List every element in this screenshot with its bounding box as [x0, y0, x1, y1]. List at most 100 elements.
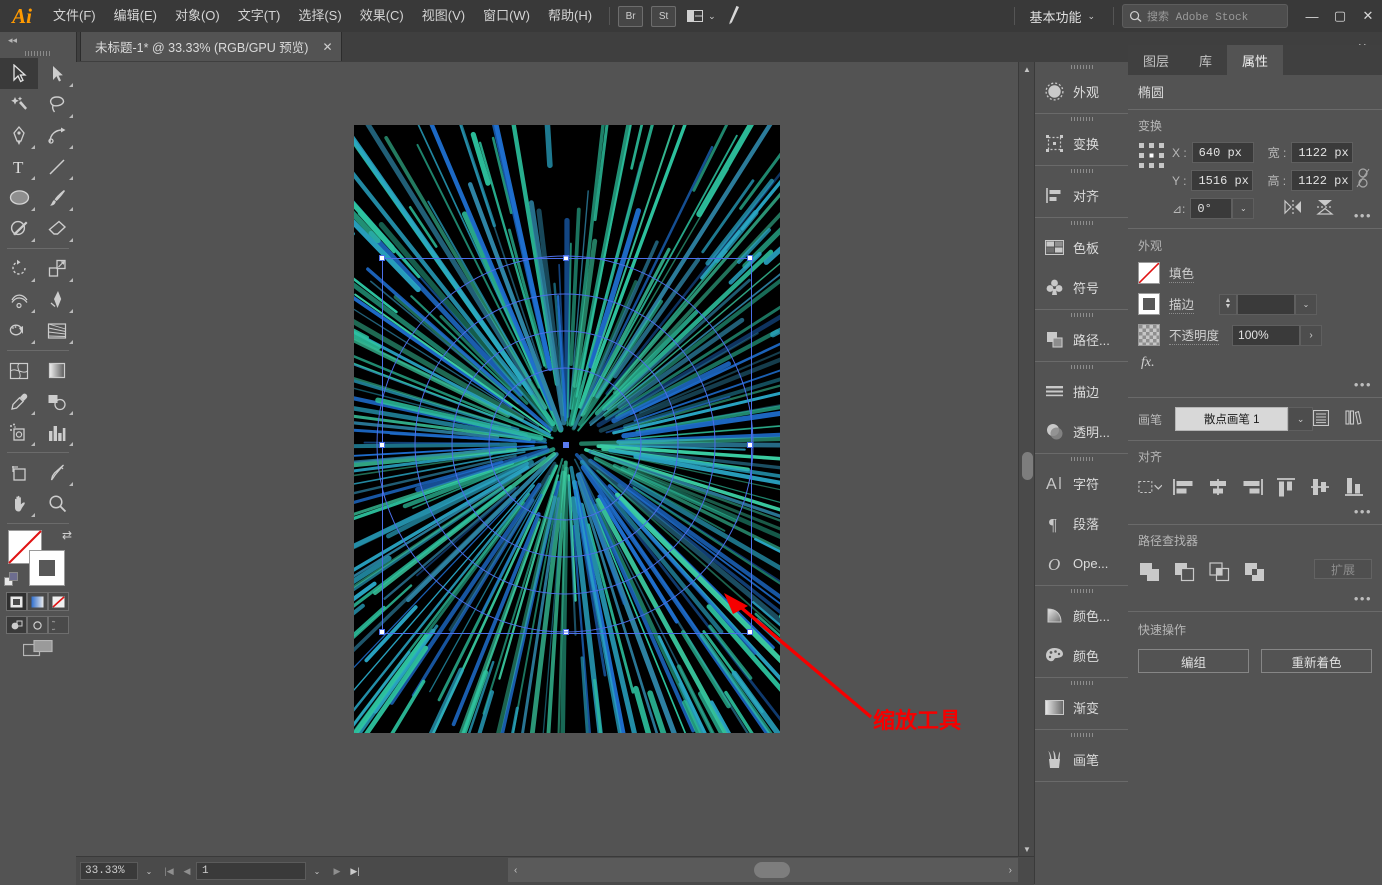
align-left-icon[interactable]	[1172, 476, 1196, 498]
menu-window[interactable]: 窗口(W)	[474, 0, 539, 32]
brush-selected-name[interactable]: 散点画笔 1	[1175, 407, 1288, 431]
flip-horizontal-icon[interactable]	[1284, 199, 1302, 218]
selection-handle-mr[interactable]	[747, 442, 753, 448]
color-mode-gradient[interactable]	[27, 592, 48, 611]
align-to-selection-icon[interactable]	[1138, 476, 1162, 498]
width-tool[interactable]	[0, 284, 38, 315]
tab-layers[interactable]: 图层	[1128, 45, 1184, 75]
brush-chevron-down-icon[interactable]: ⌄	[1288, 407, 1313, 431]
hand-tool[interactable]	[0, 488, 38, 519]
gradient-tool[interactable]	[38, 355, 76, 386]
horizontal-scroll-thumb[interactable]	[754, 862, 790, 878]
lasso-tool[interactable]	[38, 89, 76, 120]
dock-item-color-guide[interactable]: 颜色...	[1035, 595, 1129, 635]
selection-tool[interactable]	[0, 58, 38, 89]
align-top-icon[interactable]	[1274, 476, 1298, 498]
fx-button[interactable]: fx.	[1138, 355, 1372, 371]
ellipse-tool[interactable]	[0, 182, 38, 213]
brush-library-icon[interactable]	[1345, 410, 1362, 429]
window-close-button[interactable]: ✕	[1354, 0, 1382, 32]
dock-grip[interactable]	[1035, 454, 1129, 463]
canvas-area[interactable]: 缩放工具	[76, 62, 1034, 856]
selection-handle-tl[interactable]	[379, 255, 385, 261]
stroke-label[interactable]: 描边	[1169, 294, 1194, 314]
dock-item-swatches[interactable]: 色板	[1035, 227, 1129, 267]
dock-item-gradient[interactable]: 渐变	[1035, 687, 1129, 727]
dock-item-transform[interactable]: 变换	[1035, 123, 1129, 163]
last-artboard-icon[interactable]: ▶|	[346, 861, 364, 881]
next-artboard-icon[interactable]: ▶	[328, 861, 346, 881]
dock-grip[interactable]	[1035, 218, 1129, 227]
default-fill-stroke-icon[interactable]	[4, 572, 19, 590]
canvas-vertical-scrollbar[interactable]: ▲ ▼	[1018, 62, 1035, 856]
type-tool[interactable]: T	[0, 151, 38, 182]
workspace-chevron-down-icon[interactable]: ⌄	[1087, 11, 1095, 22]
menu-type[interactable]: 文字(T)	[229, 0, 290, 32]
artboard-chevron-down-icon[interactable]: ⌄	[306, 862, 328, 880]
rotate-tool[interactable]	[0, 253, 38, 284]
first-artboard-icon[interactable]: |◀	[160, 861, 178, 881]
window-minimize-button[interactable]: —	[1298, 0, 1326, 32]
angle-field[interactable]: 0°	[1190, 198, 1232, 219]
x-field[interactable]: 640 px	[1192, 142, 1254, 163]
selection-handle-tc[interactable]	[563, 255, 569, 261]
draw-normal-icon[interactable]	[6, 616, 27, 634]
dock-item-character[interactable]: A 字符	[1035, 463, 1129, 503]
eyedropper-tool[interactable]	[0, 386, 38, 417]
dock-grip[interactable]	[1035, 114, 1129, 123]
dock-grip[interactable]	[1035, 586, 1129, 595]
fill-color-swatch[interactable]	[1138, 262, 1160, 284]
document-tab[interactable]: 未标题-1* @ 33.33% (RGB/GPU 预览) ✕	[80, 32, 342, 61]
dock-grip[interactable]	[1035, 678, 1129, 687]
align-right-icon[interactable]	[1240, 476, 1264, 498]
eraser-tool[interactable]	[38, 213, 76, 244]
column-graph-tool[interactable]	[38, 417, 76, 448]
prev-artboard-icon[interactable]: ◀	[178, 861, 196, 881]
scroll-up-icon[interactable]: ▲	[1019, 62, 1035, 76]
stroke-weight-stepper[interactable]: ▲▼	[1219, 294, 1237, 315]
mesh-tool[interactable]	[0, 355, 38, 386]
draw-behind-icon[interactable]	[27, 616, 48, 634]
align-horizontal-center-icon[interactable]	[1206, 476, 1230, 498]
menu-select[interactable]: 选择(S)	[289, 0, 350, 32]
width-field[interactable]: 1122 px	[1291, 142, 1353, 163]
fill-label[interactable]: 填色	[1169, 263, 1194, 283]
dock-grip[interactable]	[1035, 62, 1129, 71]
pathfinder-more-options[interactable]: •••	[1354, 591, 1372, 606]
color-mode-none[interactable]	[48, 592, 69, 611]
opacity-label[interactable]: 不透明度	[1169, 325, 1219, 345]
recolor-button[interactable]: 重新着色	[1261, 649, 1372, 673]
stock-search-input[interactable]: 搜索 Adobe Stock	[1122, 4, 1288, 28]
dock-grip[interactable]	[1035, 166, 1129, 175]
scale-tool[interactable]	[38, 253, 76, 284]
scroll-left-icon[interactable]: ‹	[514, 865, 517, 876]
dock-item-pathfinder[interactable]: 路径...	[1035, 319, 1129, 359]
tab-properties[interactable]: 属性	[1227, 45, 1283, 75]
selection-handle-bl[interactable]	[379, 629, 385, 635]
change-screen-mode-icon[interactable]	[0, 640, 76, 657]
stroke-color-swatch[interactable]	[1138, 293, 1160, 315]
dock-item-symbols[interactable]: 符号	[1035, 267, 1129, 307]
dock-item-appearance[interactable]: 外观	[1035, 71, 1129, 111]
selection-handle-ml[interactable]	[379, 442, 385, 448]
unlink-icon[interactable]	[1353, 168, 1372, 188]
opacity-field[interactable]: 100%	[1232, 325, 1300, 346]
scroll-down-icon[interactable]: ▼	[1019, 842, 1035, 856]
dock-item-transparency[interactable]: 透明...	[1035, 411, 1129, 451]
dock-item-opentype[interactable]: O Ope...	[1035, 543, 1129, 583]
selection-handle-br[interactable]	[747, 629, 753, 635]
swap-fill-stroke-icon[interactable]: ⇄	[62, 528, 72, 542]
menu-object[interactable]: 对象(O)	[166, 0, 229, 32]
document-tab-close-icon[interactable]: ✕	[322, 40, 332, 54]
y-field[interactable]: 1516 px	[1191, 170, 1253, 191]
shape-builder-tool[interactable]	[0, 315, 38, 346]
minus-front-icon[interactable]	[1173, 561, 1195, 583]
menu-file[interactable]: 文件(F)	[44, 0, 105, 32]
menu-effect[interactable]: 效果(C)	[351, 0, 413, 32]
paintbrush-tool[interactable]	[38, 182, 76, 213]
scroll-right-icon[interactable]: ›	[1009, 865, 1012, 876]
blend-tool[interactable]	[38, 386, 76, 417]
expand-button[interactable]: 扩展	[1314, 559, 1372, 579]
selection-handle-bc[interactable]	[563, 629, 569, 635]
appearance-more-options[interactable]: •••	[1354, 377, 1372, 392]
